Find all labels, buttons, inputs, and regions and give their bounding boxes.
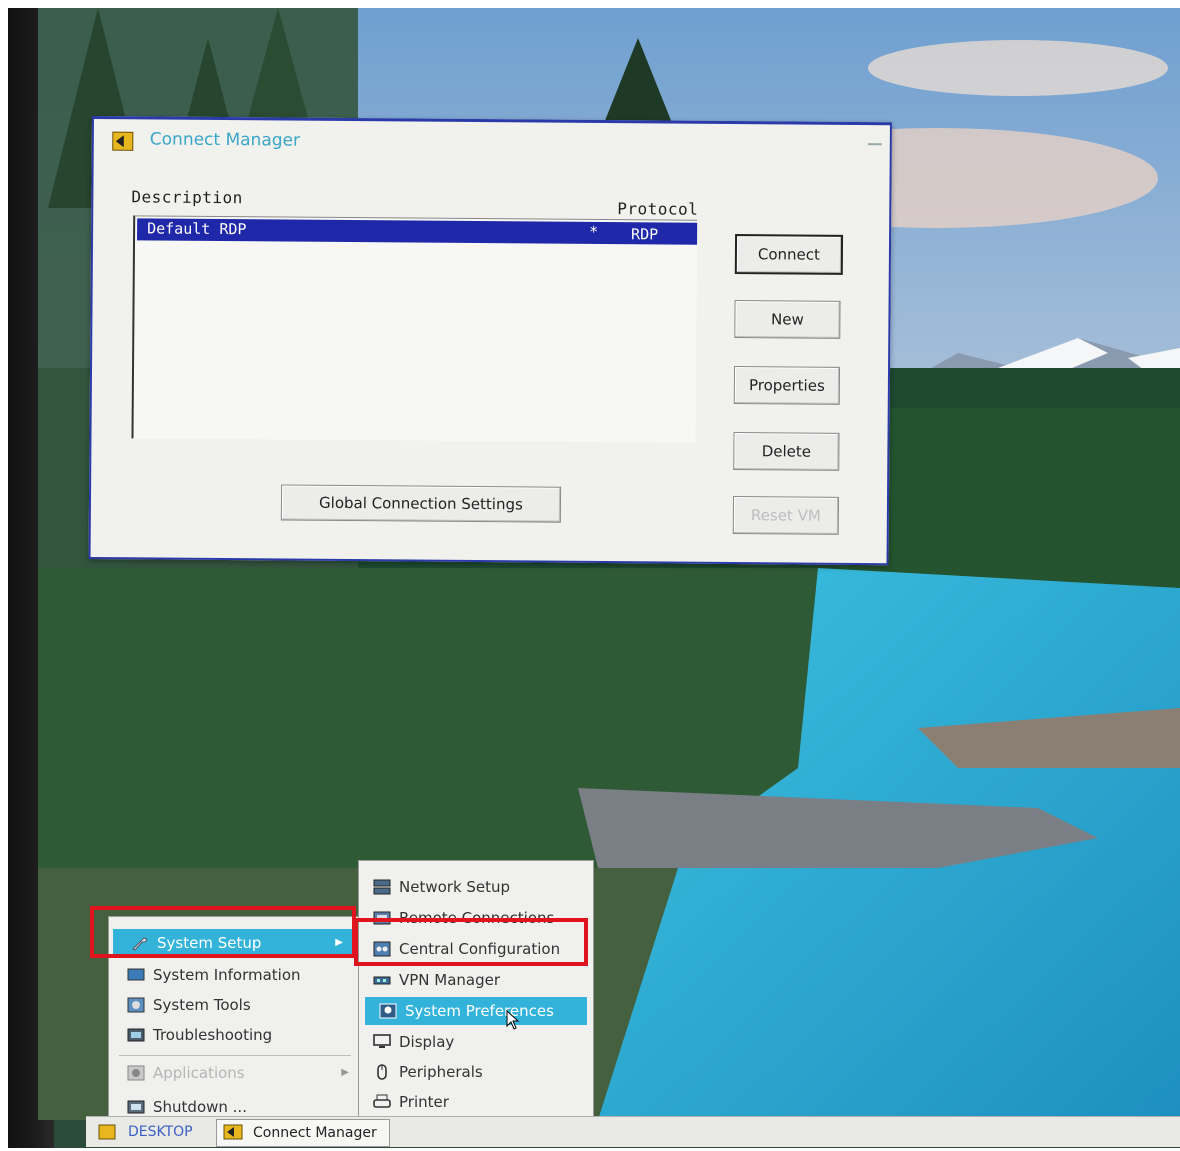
submenu-item-peripherals[interactable]: Peripherals: [359, 1058, 593, 1086]
submenu-item-printer[interactable]: Printer: [359, 1088, 593, 1116]
submenu-item-system-preferences[interactable]: System Preferences: [365, 997, 587, 1025]
system-setup-submenu: Network Setup Remote Connections Central…: [358, 860, 594, 1124]
minimize-icon[interactable]: [867, 143, 882, 146]
column-header-protocol[interactable]: Protocol: [617, 199, 698, 219]
menu-item-label: System Tools: [153, 996, 251, 1014]
connect-manager-icon: [112, 131, 134, 151]
window-title: Connect Manager: [149, 129, 301, 151]
submenu-item-label: Network Setup: [399, 878, 511, 896]
menu-item-label: System Information: [153, 966, 301, 984]
menu-item-troubleshooting[interactable]: Troubleshooting: [109, 1021, 361, 1049]
submenu-item-network-setup[interactable]: Network Setup: [359, 873, 593, 901]
delete-button[interactable]: Delete: [733, 432, 840, 471]
menu-item-system-information[interactable]: System Information: [109, 961, 361, 989]
annotation-box-system-setup: [90, 906, 356, 958]
properties-button[interactable]: Properties: [733, 366, 841, 405]
new-button[interactable]: New: [734, 300, 841, 339]
network-icon: [373, 879, 391, 895]
desktop-start-button[interactable]: DESKTOP: [94, 1119, 212, 1145]
taskbar-item-label: Connect Manager: [253, 1125, 377, 1141]
taskbar: DESKTOP Connect Manager: [86, 1116, 1180, 1147]
display-icon: [373, 1034, 391, 1048]
applications-icon: [127, 1065, 145, 1081]
menu-item-system-tools[interactable]: System Tools: [109, 991, 361, 1019]
submenu-arrow-icon: ▶: [341, 1067, 349, 1078]
menu-separator: [119, 1055, 351, 1056]
global-connection-settings-button[interactable]: Global Connection Settings: [280, 484, 562, 523]
menu-item-label: Applications: [153, 1064, 245, 1082]
submenu-item-vpn-manager[interactable]: VPN Manager: [359, 966, 593, 994]
mouse-icon: [377, 1064, 387, 1080]
annotation-box-central-configuration: [354, 918, 588, 966]
connection-description: Default RDP: [147, 219, 247, 239]
connect-manager-icon: [223, 1124, 243, 1140]
preferences-icon: [379, 1003, 397, 1019]
tools-icon: [127, 997, 145, 1013]
menu-item-label: Troubleshooting: [153, 1026, 273, 1044]
submenu-item-label: VPN Manager: [399, 971, 501, 989]
reset-vm-button[interactable]: Reset VM: [732, 496, 840, 535]
monitor-info-icon: [127, 968, 145, 981]
menu-item-applications[interactable]: Applications ▶: [109, 1059, 361, 1087]
taskbar-item-connect-manager[interactable]: Connect Manager: [216, 1119, 390, 1147]
column-header-description[interactable]: Description: [131, 187, 243, 207]
submenu-item-label: Display: [399, 1033, 455, 1051]
connect-button[interactable]: Connect: [734, 234, 844, 275]
submenu-item-label: Peripherals: [399, 1063, 483, 1081]
start-label: DESKTOP: [128, 1124, 193, 1140]
desktop-logo-icon: [98, 1124, 116, 1140]
troubleshooting-icon: [127, 1028, 145, 1042]
submenu-item-label: System Preferences: [405, 1002, 554, 1020]
printer-icon: [373, 1094, 391, 1108]
submenu-item-display[interactable]: Display: [359, 1028, 593, 1056]
connection-row-default-rdp[interactable]: Default RDP * RDP: [137, 218, 698, 245]
submenu-item-label: Printer: [399, 1093, 449, 1111]
mouse-cursor-icon: [506, 1010, 520, 1030]
monitor-screen: Connect Manager Description Protocol Def…: [8, 8, 1180, 1148]
shutdown-icon: [127, 1100, 145, 1114]
connection-list[interactable]: Default RDP * RDP: [131, 215, 698, 443]
connection-protocol: RDP: [631, 225, 659, 244]
default-marker: *: [589, 222, 599, 241]
vpn-icon: [373, 976, 391, 985]
connect-manager-window: Connect Manager Description Protocol Def…: [88, 116, 892, 566]
